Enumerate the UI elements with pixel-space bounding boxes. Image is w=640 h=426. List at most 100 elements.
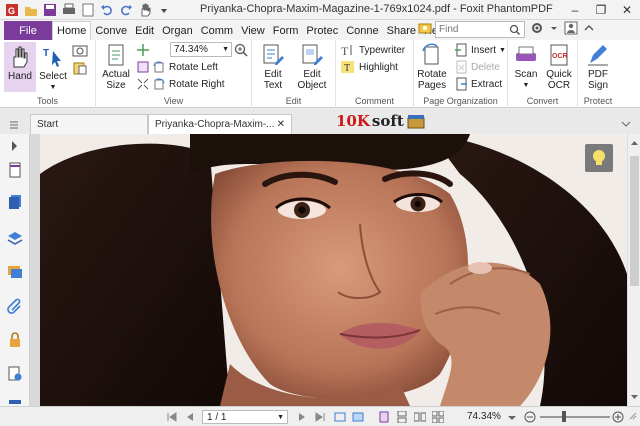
snapshot-button[interactable]: [72, 42, 88, 58]
rotate-pages-label-2: Pages: [417, 80, 447, 91]
expand-up-icon[interactable]: [584, 21, 594, 35]
pages-icon[interactable]: [7, 194, 23, 210]
page-number-field[interactable]: 1 / 1 ▼: [202, 410, 288, 424]
edit-text-label-2: Text: [263, 80, 283, 91]
tab-file[interactable]: File: [4, 21, 52, 40]
tab-connect[interactable]: Conne: [342, 21, 382, 40]
insert-button[interactable]: Insert ▼: [454, 42, 506, 58]
scan-button[interactable]: Scan ▼: [512, 43, 540, 91]
quick-ocr-button[interactable]: OCR Quick OCR: [544, 43, 574, 91]
zoom-dropdown-icon[interactable]: [506, 411, 518, 423]
print-icon[interactable]: [61, 2, 77, 18]
ribbon: Hand T Select ▼ Tools Actual Size 74.34%…: [0, 40, 640, 108]
tab-menu-icon[interactable]: [620, 118, 632, 130]
page-number-value: 1 / 1: [207, 411, 227, 423]
delete-page-icon: [456, 60, 467, 74]
tab-form[interactable]: Form: [269, 21, 303, 40]
undo-icon[interactable]: [99, 2, 115, 18]
new-icon[interactable]: [80, 2, 96, 18]
fit-page-button[interactable]: [136, 42, 150, 58]
rotate-left-label: Rotate Left: [169, 61, 218, 73]
fit-width-button[interactable]: [136, 59, 150, 75]
tab-share[interactable]: Share: [383, 21, 420, 40]
scroll-up-icon[interactable]: [629, 138, 640, 148]
last-page-icon[interactable]: [314, 411, 326, 423]
convert-group-label: Convert: [526, 96, 559, 106]
delete-button[interactable]: Delete: [454, 59, 500, 75]
scrollbar-thumb[interactable]: [630, 156, 639, 286]
customize-icon[interactable]: [156, 2, 172, 18]
extract-button[interactable]: Extract: [454, 76, 502, 92]
restore-icon[interactable]: ❐: [588, 0, 614, 20]
chevron-down-icon[interactable]: [550, 21, 558, 35]
minimize-icon[interactable]: –: [562, 0, 588, 20]
search-input[interactable]: [435, 21, 525, 38]
previous-view-icon[interactable]: [334, 411, 346, 423]
single-page-view-icon[interactable]: [378, 411, 390, 423]
hand-icon[interactable]: [137, 2, 153, 18]
zoom-slider-thumb[interactable]: [562, 411, 566, 422]
tab-protect[interactable]: Protec: [302, 21, 342, 40]
continuous-facing-icon[interactable]: [432, 411, 444, 423]
page-thumbnail-icon[interactable]: [7, 162, 23, 178]
rotate-left-button[interactable]: Rotate Left: [152, 59, 218, 75]
edit-object-button[interactable]: Edit Object: [292, 43, 332, 91]
rotate-right-button[interactable]: Rotate Right: [152, 76, 225, 92]
save-icon[interactable]: [42, 2, 58, 18]
clipboard-button[interactable]: [72, 60, 88, 76]
redo-icon[interactable]: [118, 2, 134, 18]
zoom-value: 74.34%: [174, 44, 208, 55]
zoom-select[interactable]: 74.34% ▼: [170, 42, 232, 57]
more-panels-icon[interactable]: [7, 396, 23, 406]
app-logo-icon[interactable]: G: [4, 2, 20, 18]
gear-icon[interactable]: [530, 21, 544, 35]
zoom-out-icon[interactable]: [524, 411, 536, 423]
zoom-slider[interactable]: [540, 416, 610, 418]
signature-panel-icon[interactable]: [7, 366, 23, 382]
fit-visible-button[interactable]: [136, 76, 150, 92]
actual-size-button[interactable]: Actual Size: [102, 43, 130, 91]
tab-convert[interactable]: Conve: [91, 21, 131, 40]
tab-start[interactable]: Start: [30, 114, 148, 134]
document-view[interactable]: [30, 134, 627, 406]
tab-document[interactable]: Priyanka-Chopra-Maxim-... ✕: [148, 114, 292, 134]
comments-icon[interactable]: [7, 264, 23, 280]
attachment-icon[interactable]: [7, 298, 23, 314]
previous-page-icon[interactable]: [184, 411, 196, 423]
close-tab-icon[interactable]: ✕: [277, 119, 285, 130]
tab-edit[interactable]: Edit: [131, 21, 158, 40]
select-tool-button[interactable]: T Select ▼: [38, 45, 68, 93]
window-controls: – ❐ ✕: [562, 0, 640, 20]
facing-view-icon[interactable]: [414, 411, 426, 423]
tab-comment[interactable]: Comm: [197, 21, 237, 40]
open-icon[interactable]: [23, 2, 39, 18]
continuous-view-icon[interactable]: [396, 411, 408, 423]
user-icon[interactable]: [564, 21, 578, 35]
highlight-button[interactable]: T Highlight: [340, 59, 398, 75]
tab-home[interactable]: Home: [52, 21, 92, 40]
tip-button[interactable]: [585, 144, 613, 172]
rotate-pages-label-1: Rotate: [417, 69, 447, 80]
scroll-down-icon[interactable]: [629, 392, 640, 402]
next-view-icon[interactable]: [352, 411, 364, 423]
tab-list-icon[interactable]: [8, 118, 20, 130]
tab-view[interactable]: View: [237, 21, 269, 40]
lock-icon[interactable]: [7, 332, 23, 348]
vertical-scrollbar[interactable]: [627, 134, 640, 406]
tell-me[interactable]: [418, 22, 432, 36]
zoom-in-status-icon[interactable]: [612, 411, 624, 423]
rotate-pages-button[interactable]: Rotate Pages: [416, 43, 448, 91]
zoom-in-button[interactable]: [234, 42, 248, 58]
find-field[interactable]: [439, 24, 509, 35]
typewriter-button[interactable]: T Typewriter: [340, 42, 405, 58]
pdf-sign-button[interactable]: PDF Sign: [582, 43, 614, 91]
layers-icon[interactable]: [7, 230, 23, 246]
close-icon[interactable]: ✕: [614, 0, 640, 20]
hand-tool-button[interactable]: Hand: [4, 42, 36, 92]
edit-text-button[interactable]: Edit Text: [258, 43, 288, 91]
collapse-panel-icon[interactable]: [7, 138, 23, 154]
first-page-icon[interactable]: [166, 411, 178, 423]
next-page-icon[interactable]: [296, 411, 308, 423]
resize-grip-icon[interactable]: [628, 411, 638, 423]
tab-organize[interactable]: Organ: [158, 21, 197, 40]
